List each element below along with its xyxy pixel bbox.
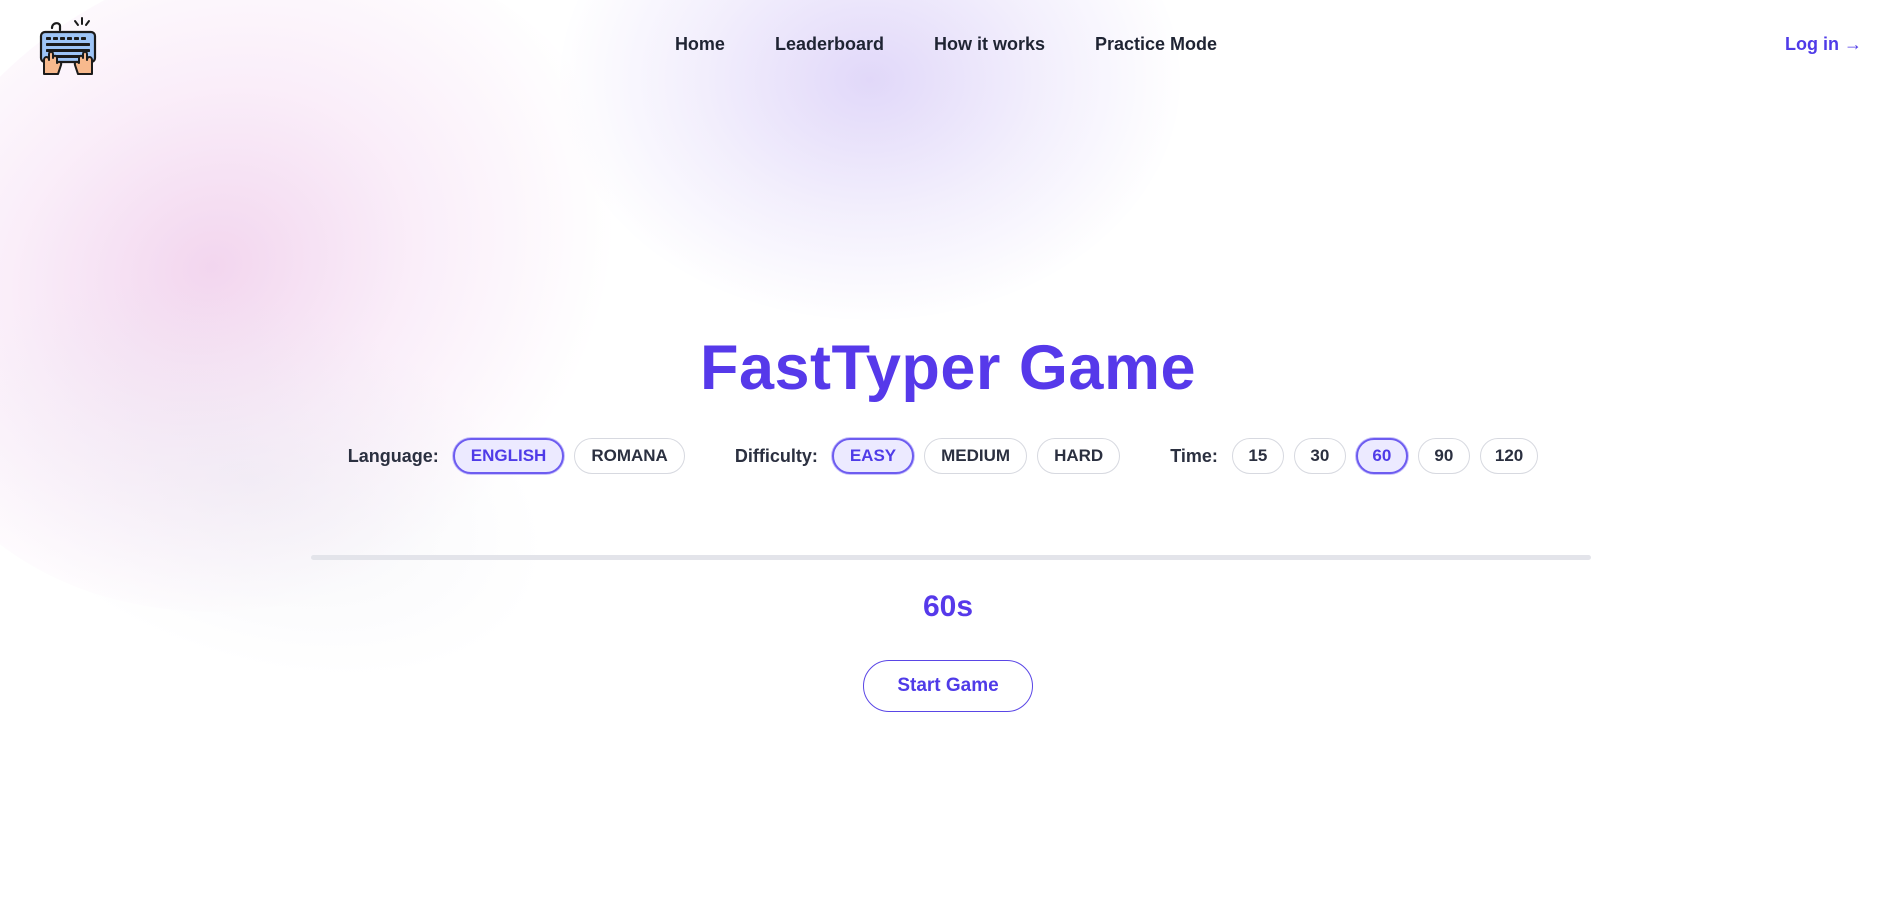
start-game-button[interactable]: Start Game	[863, 660, 1033, 712]
difficulty-option-easy[interactable]: EASY	[831, 438, 915, 474]
time-progress-bar	[311, 555, 1591, 560]
difficulty-options: Difficulty: EASY MEDIUM HARD	[735, 438, 1130, 474]
language-option-english[interactable]: ENGLISH	[452, 438, 565, 474]
main-nav: Home Leaderboard How it works Practice M…	[0, 34, 1896, 55]
difficulty-option-medium[interactable]: MEDIUM	[924, 438, 1028, 474]
nav-home-link[interactable]: Home	[675, 34, 725, 55]
keyboard-logo-icon[interactable]	[38, 16, 98, 76]
time-options: Time: 15 30 60 90 120	[1170, 438, 1548, 474]
main-nav-links: Home Leaderboard How it works Practice M…	[675, 34, 1217, 55]
nav-leaderboard-link[interactable]: Leaderboard	[775, 34, 884, 55]
time-option-90[interactable]: 90	[1417, 438, 1470, 474]
difficulty-label: Difficulty:	[734, 445, 818, 466]
language-options: Language: ENGLISH ROMANA	[348, 438, 695, 474]
difficulty-option-hard[interactable]: HARD	[1037, 438, 1121, 474]
time-label: Time:	[1170, 445, 1218, 466]
start-button-row: Start Game	[0, 660, 1896, 712]
nav-practice-mode-link[interactable]: Practice Mode	[1095, 34, 1217, 55]
timer-display: 60s	[922, 590, 974, 623]
time-option-30[interactable]: 30	[1293, 438, 1346, 474]
page-title: FastTyper Game	[699, 333, 1197, 403]
time-option-15[interactable]: 15	[1231, 438, 1284, 474]
login-link[interactable]: Log in →	[1785, 34, 1862, 55]
language-label: Language:	[347, 445, 439, 466]
background-shadow-glow	[0, 204, 603, 756]
nav-how-it-works-link[interactable]: How it works	[934, 34, 1045, 55]
time-option-60[interactable]: 60	[1355, 438, 1408, 474]
language-option-romana[interactable]: ROMANA	[574, 438, 685, 474]
game-options: Language: ENGLISH ROMANA Difficulty: EAS…	[0, 436, 1896, 476]
page: Home Leaderboard How it works Practice M…	[0, 0, 1896, 905]
header: Home Leaderboard How it works Practice M…	[0, 0, 1896, 92]
time-option-120[interactable]: 120	[1479, 438, 1539, 474]
